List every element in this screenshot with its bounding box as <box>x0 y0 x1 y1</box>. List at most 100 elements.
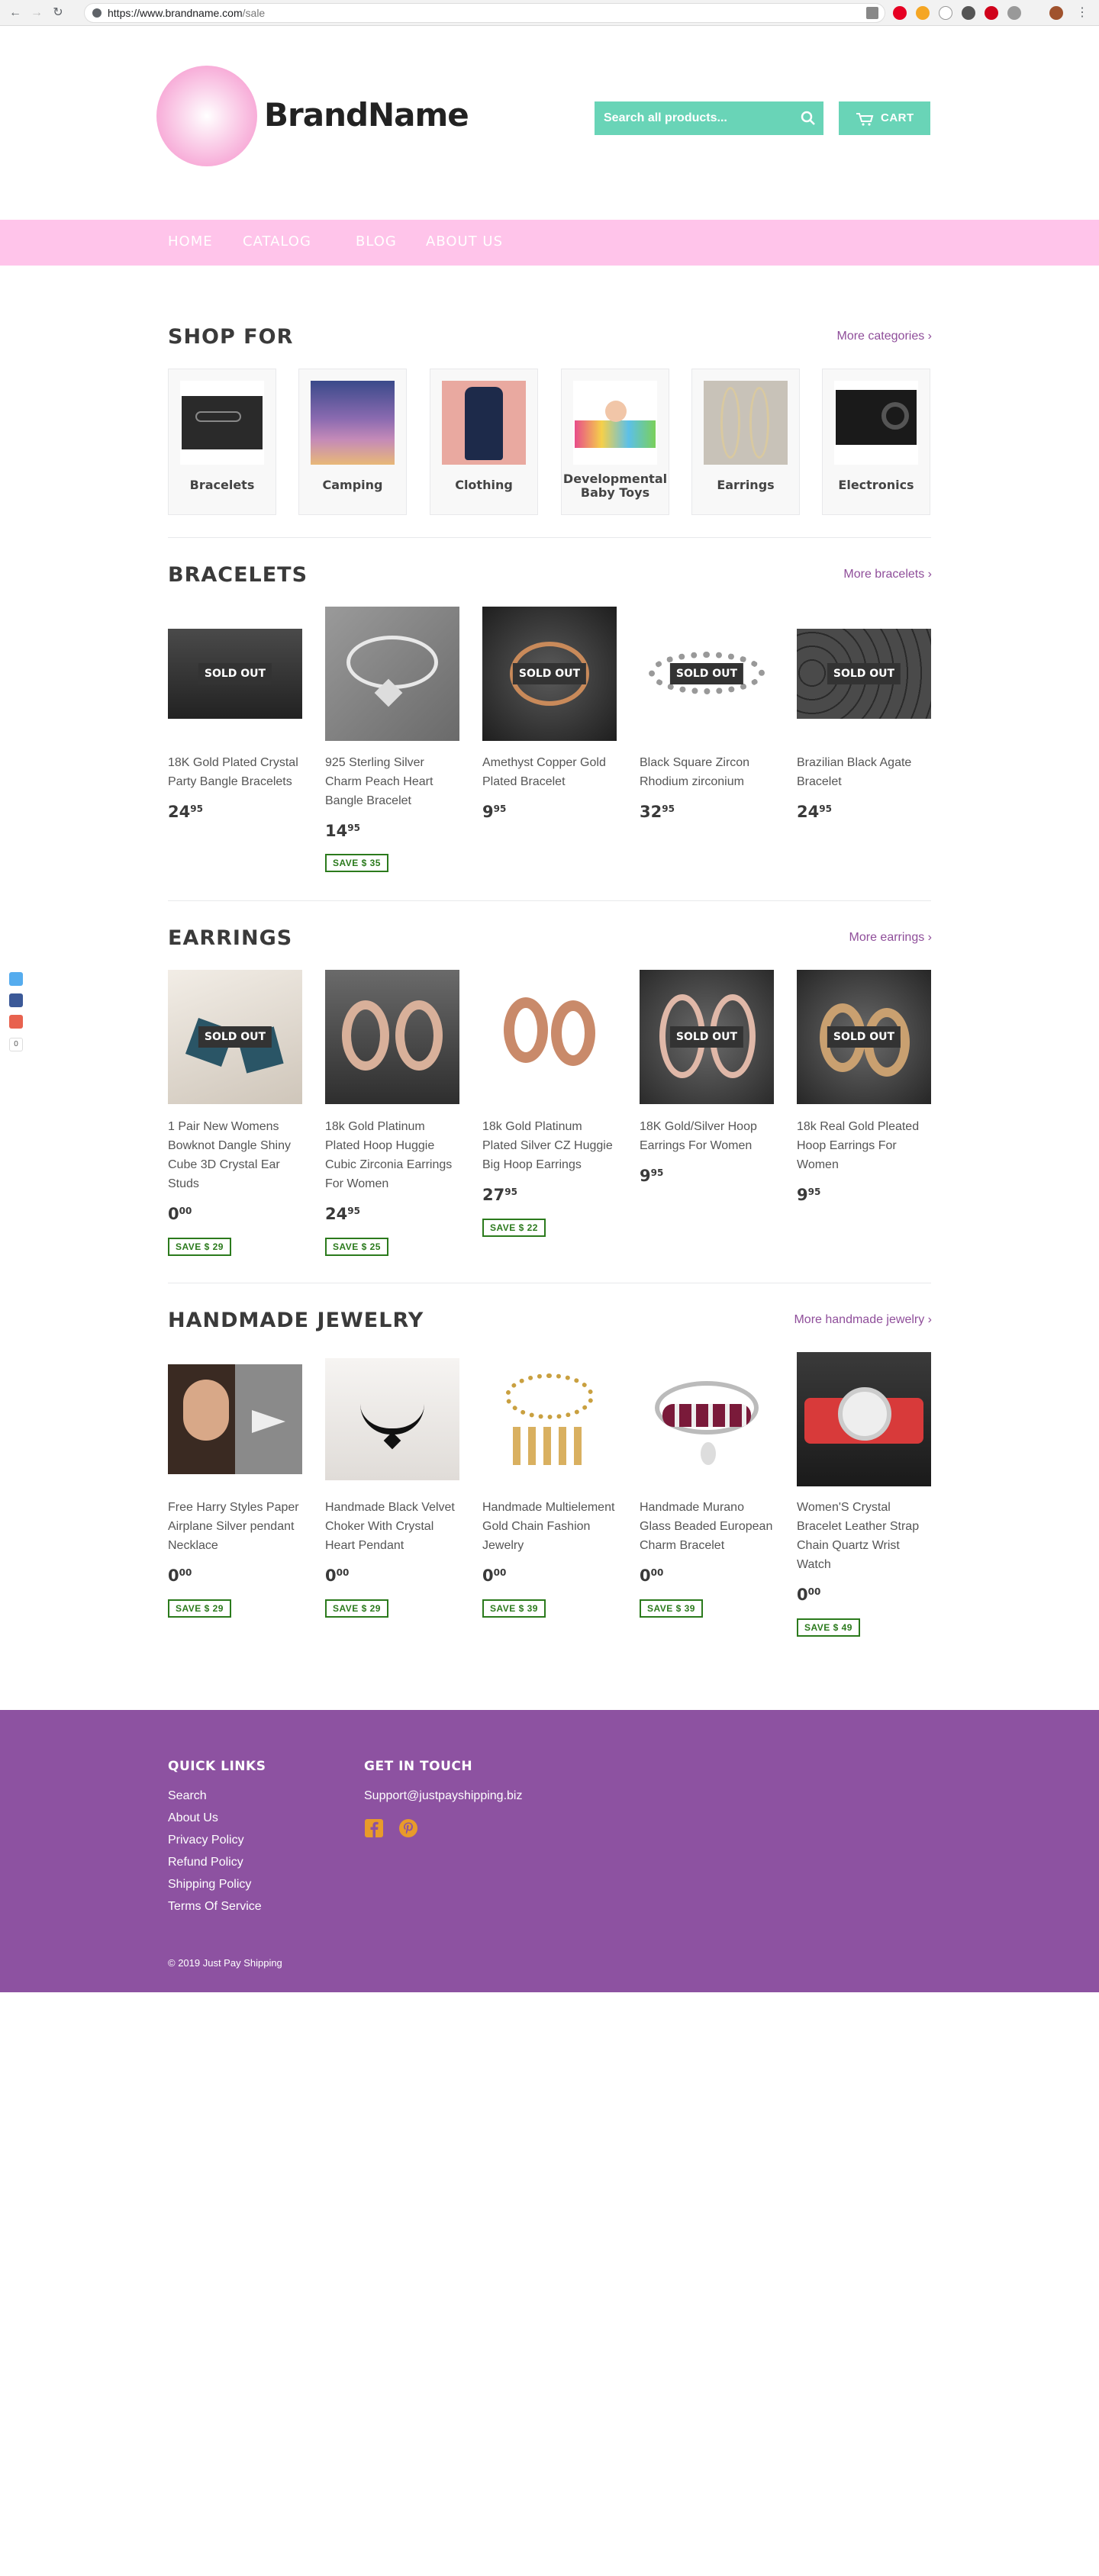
product-title[interactable]: 18K Gold Plated Crystal Party Bangle Bra… <box>168 753 302 791</box>
category-card-camping[interactable]: Camping <box>298 369 407 515</box>
product-image[interactable] <box>482 970 617 1104</box>
nav-about-us[interactable]: ABOUT US <box>426 233 503 250</box>
sold-out-badge: SOLD OUT <box>669 663 744 684</box>
product-title[interactable]: 1 Pair New Womens Bowknot Dangle Shiny C… <box>168 1117 302 1193</box>
product-image[interactable]: SOLD OUT <box>482 607 617 741</box>
footer-link-privacy-policy[interactable]: Privacy Policy <box>168 1834 244 1847</box>
sold-out-badge: SOLD OUT <box>827 1026 901 1048</box>
product-title[interactable]: Handmade Multielement Gold Chain Fashion… <box>482 1498 617 1555</box>
product-title[interactable]: 18k Gold Platinum Plated Silver CZ Huggi… <box>482 1117 617 1174</box>
stumbleupon-share-icon[interactable] <box>9 1015 23 1029</box>
facebook-icon[interactable] <box>364 1818 384 1838</box>
cart-label: CART <box>881 111 914 124</box>
product-title[interactable]: Amethyst Copper Gold Plated Bracelet <box>482 753 617 791</box>
menu-icon[interactable]: ⋮ <box>1075 5 1090 21</box>
footer-link-search[interactable]: Search <box>168 1789 207 1803</box>
forward-icon[interactable]: → <box>29 5 44 21</box>
product-title[interactable]: Free Harry Styles Paper Airplane Silver … <box>168 1498 302 1555</box>
contact-email[interactable]: Support@justpayshipping.biz <box>364 1789 522 1803</box>
twitter-share-icon[interactable] <box>9 972 23 986</box>
translate-icon[interactable] <box>866 7 878 19</box>
product-image[interactable] <box>168 1364 302 1474</box>
product-price: 2495 <box>325 1205 360 1223</box>
nav-home[interactable]: HOME <box>168 233 213 250</box>
price-main: 0 <box>482 1567 494 1585</box>
product-title[interactable]: 18k Gold Platinum Plated Hoop Huggie Cub… <box>325 1117 459 1193</box>
footer-link-shipping-policy[interactable]: Shipping Policy <box>168 1878 251 1892</box>
product-image[interactable]: SOLD OUT <box>797 629 931 719</box>
product-image[interactable]: SOLD OUT <box>640 970 774 1104</box>
more-categories-link[interactable]: More categories › <box>837 330 933 343</box>
camera-icon[interactable] <box>1007 6 1021 20</box>
cart-button[interactable]: CART <box>839 101 930 135</box>
logo-text[interactable]: BrandName <box>264 96 469 134</box>
pinterest-icon[interactable] <box>398 1818 418 1838</box>
category-card-bracelets[interactable]: Bracelets <box>168 369 276 515</box>
extension-icon[interactable] <box>916 6 930 20</box>
category-card-electronics[interactable]: Electronics <box>822 369 930 515</box>
price-cents: 95 <box>650 1167 664 1178</box>
font-extension-icon[interactable] <box>939 6 952 20</box>
product-title[interactable]: Women'S Crystal Bracelet Leather Strap C… <box>797 1498 931 1574</box>
product-price: 000 <box>482 1567 506 1585</box>
product-price: 000 <box>168 1567 192 1585</box>
product-image[interactable]: SOLD OUT <box>168 970 302 1104</box>
product-price: 2495 <box>797 803 832 821</box>
product-title[interactable]: 18k Real Gold Pleated Hoop Earrings For … <box>797 1117 931 1174</box>
back-icon[interactable]: ← <box>8 5 23 21</box>
footer-link-terms-of-service[interactable]: Terms Of Service <box>168 1900 262 1914</box>
product-image[interactable] <box>325 607 459 741</box>
extension-icon[interactable] <box>985 6 998 20</box>
product-image[interactable] <box>640 1358 774 1480</box>
product-price: 000 <box>325 1567 349 1585</box>
product-title[interactable]: 925 Sterling Silver Charm Peach Heart Ba… <box>325 753 459 810</box>
extension-icon[interactable] <box>962 6 975 20</box>
search-icon[interactable] <box>799 109 817 127</box>
product-title[interactable]: Brazilian Black Agate Bracelet <box>797 753 931 791</box>
product-title[interactable]: 18K Gold/Silver Hoop Earrings For Women <box>640 1117 774 1155</box>
search-input[interactable] <box>595 101 790 135</box>
footer-link-refund-policy[interactable]: Refund Policy <box>168 1856 243 1869</box>
nav-blog[interactable]: BLOG <box>356 233 397 250</box>
price-cents: 95 <box>819 803 832 814</box>
product-image[interactable]: SOLD OUT <box>797 970 931 1104</box>
price-main: 9 <box>797 1186 808 1204</box>
product-price: 995 <box>797 1186 820 1204</box>
product-image[interactable]: SOLD OUT <box>168 629 302 719</box>
product-price: 000 <box>640 1567 663 1585</box>
product-title[interactable]: Handmade Murano Glass Beaded European Ch… <box>640 1498 774 1555</box>
profile-avatar-icon[interactable] <box>1049 6 1063 20</box>
category-card-clothing[interactable]: Clothing <box>430 369 538 515</box>
nav-catalog[interactable]: CATALOG <box>243 233 311 250</box>
category-card-developmental-baby-toys[interactable]: Developmental Baby Toys <box>561 369 669 515</box>
sold-out-badge: SOLD OUT <box>669 1026 744 1048</box>
facebook-share-icon[interactable] <box>9 993 23 1007</box>
url-path: /sale <box>242 7 266 19</box>
category-image <box>704 381 788 465</box>
category-card-earrings[interactable]: Earrings <box>691 369 800 515</box>
category-image <box>180 381 264 465</box>
price-main: 24 <box>325 1205 348 1223</box>
share-count: 0 <box>9 1038 23 1051</box>
save-badge: SAVE $ 29 <box>168 1238 231 1256</box>
product-image[interactable] <box>797 1352 931 1486</box>
more-bracelets-link[interactable]: More bracelets › <box>843 568 932 581</box>
product-image[interactable] <box>325 1358 459 1480</box>
product-image[interactable]: SOLD OUT <box>640 629 774 719</box>
address-bar[interactable]: https://www.brandname.com/sale <box>84 3 885 23</box>
more-handmade-jewelry-link[interactable]: More handmade jewelry › <box>794 1313 932 1327</box>
logo-icon[interactable] <box>156 66 257 166</box>
product-title[interactable]: Handmade Black Velvet Choker With Crysta… <box>325 1498 459 1555</box>
pinterest-extension-icon[interactable] <box>893 6 907 20</box>
browser-toolbar: ← → ↻ https://www.brandname.com/sale ⋮ <box>0 0 1099 26</box>
product-title[interactable]: Black Square Zircon Rhodium zirconium <box>640 753 774 791</box>
more-earrings-link[interactable]: More earrings › <box>849 931 932 945</box>
main-nav: HOME CATALOG BLOG ABOUT US <box>0 220 1099 266</box>
earrings-title: EARRINGS <box>168 926 293 950</box>
product-image[interactable] <box>325 970 459 1104</box>
footer-link-about-us[interactable]: About Us <box>168 1811 218 1825</box>
product-image[interactable] <box>482 1358 617 1480</box>
price-main: 14 <box>325 822 348 840</box>
reload-icon[interactable]: ↻ <box>50 5 66 21</box>
cart-icon <box>856 113 874 126</box>
